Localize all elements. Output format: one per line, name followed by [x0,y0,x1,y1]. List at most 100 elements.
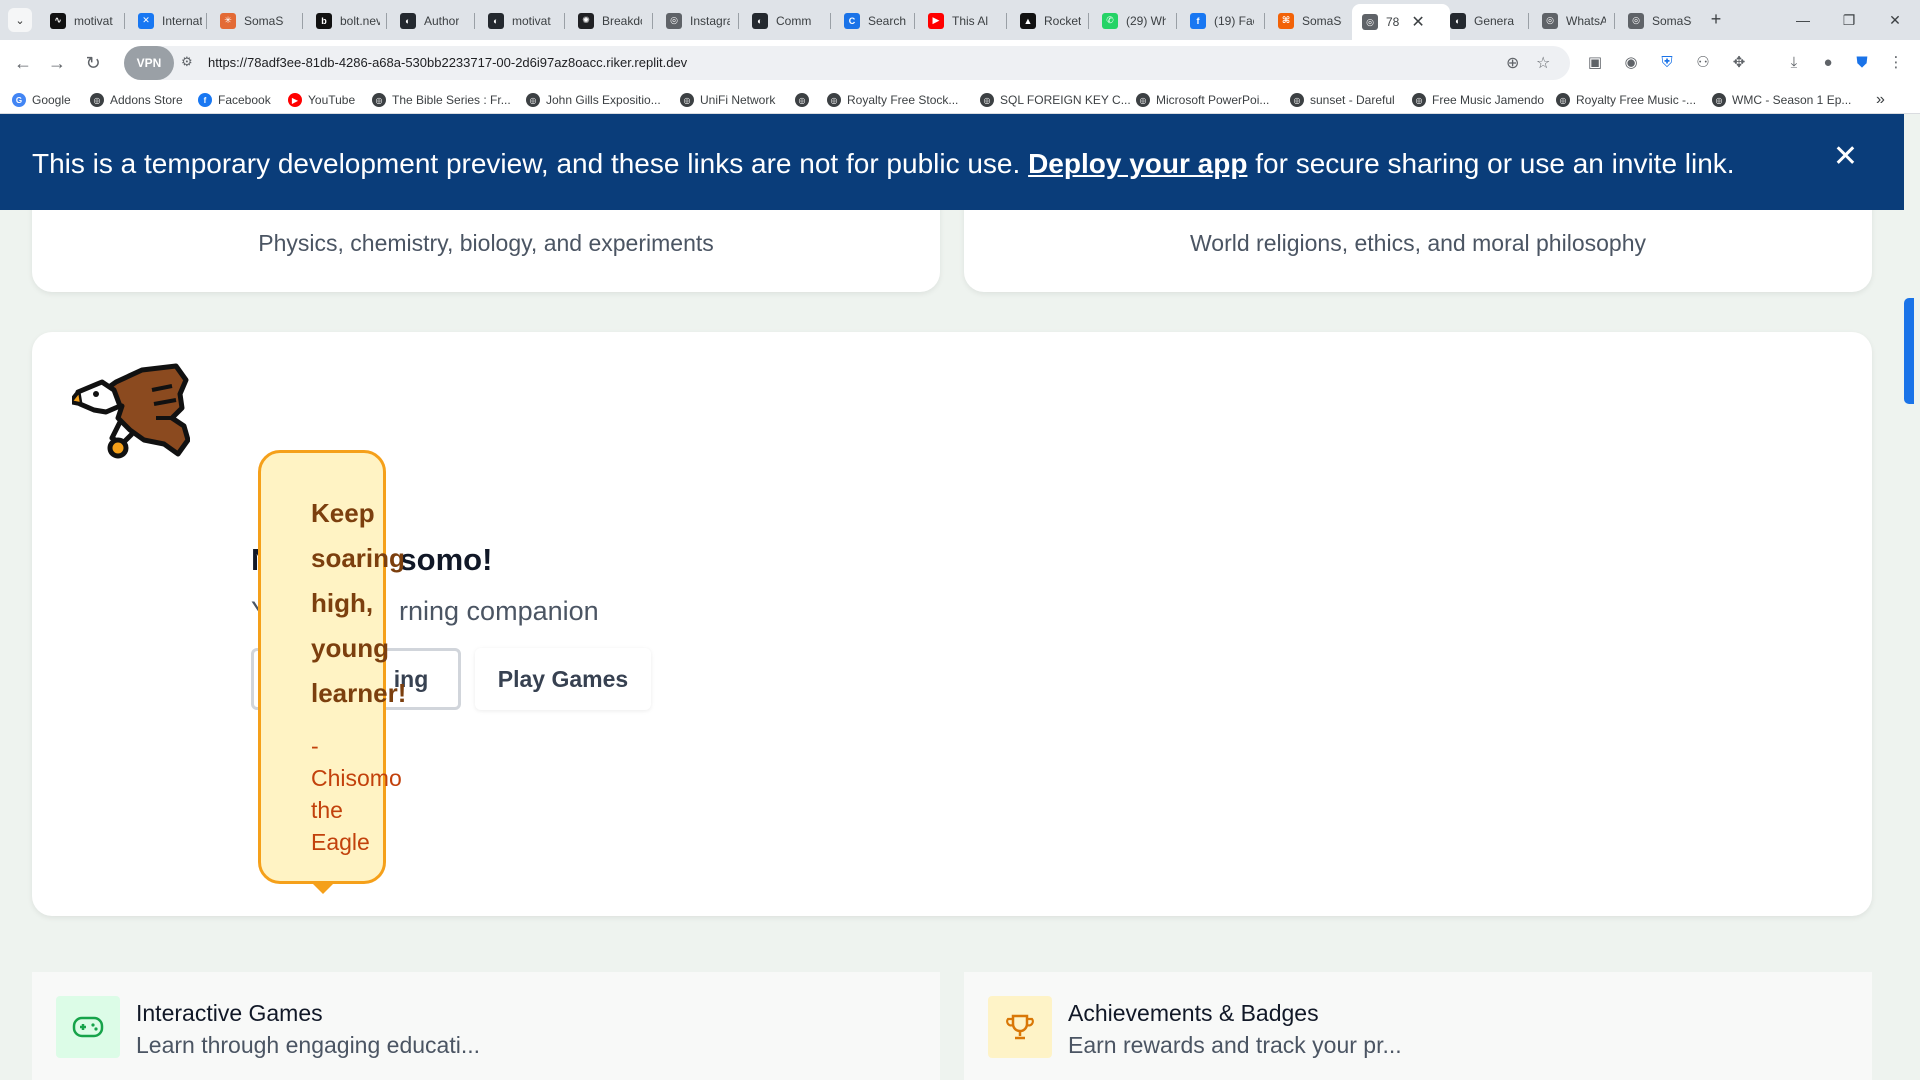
reload-icon[interactable]: ↻ [80,50,106,76]
browser-tab[interactable]: ✳ SomaSc [210,5,302,36]
extension-icon[interactable]: ▣ [1585,53,1605,73]
tab-separator [302,13,303,29]
browser-tab[interactable]: ▲ Rocket [1010,5,1088,36]
bookmark-label: Royalty Free Music -... [1576,93,1697,107]
browser-tab[interactable]: ▶ This Al [918,5,1006,36]
browser-tab-label: Internat [162,13,202,28]
bookmark-item[interactable]: ▶ YouTube [288,91,355,109]
bookmarks-overflow-button[interactable]: » [1876,91,1885,109]
page-scrollbar[interactable] [1904,114,1920,1080]
bookmark-item[interactable]: ◎ UniFi Network [680,91,775,109]
bookmark-label: Royalty Free Stock... [847,93,959,107]
back-icon[interactable]: ← [10,50,36,76]
browser-tab[interactable]: ✆ (29) Wh [1092,5,1176,36]
browser-tab[interactable]: f (19) Fac [1180,5,1264,36]
play-games-button[interactable]: Play Games [475,648,651,710]
download-icon[interactable]: ⤓ [1784,53,1804,73]
profile-icon[interactable]: ● [1818,53,1838,73]
facebook-icon: f [1190,12,1206,29]
browser-tab[interactable]: ◎ WhatsA [1532,5,1614,36]
browser-tab[interactable]: ◎ 78 ✕ [1352,4,1450,40]
bookmark-label: Free Music Jamendo [1432,93,1545,107]
extension-icon[interactable]: ◉ [1621,53,1641,73]
browser-tab[interactable]: ◎ SomaSc [1618,5,1696,36]
browser-toolbar: ← → ↻ VPN ⚙ https://78adf3ee-81db-4286-a… [0,40,1920,86]
zoom-icon[interactable]: ⊕ [1506,53,1519,73]
tab-separator [124,13,125,29]
globe-icon: ◎ [980,93,994,107]
tab-search-button[interactable]: ⌄ [8,8,32,32]
feature-card-games[interactable]: Interactive Games Learn through engaging… [32,972,940,1080]
globe-icon: ◎ [666,12,682,29]
shield-icon[interactable]: ⛨ [1657,53,1677,73]
tab-separator [564,13,565,29]
subject-card-subtitle: Physics, chemistry, biology, and experim… [258,230,714,256]
restore-icon[interactable]: ❐ [1826,6,1872,34]
browser-tab[interactable]: ⌘ SomaSc [1268,5,1348,36]
close-icon[interactable]: ✕ [1833,142,1858,172]
bookmark-item[interactable]: ◎ WMC - Season 1 Ep... [1712,91,1851,109]
bookmark-item[interactable]: ◎ John Gills Expositio... [526,91,661,109]
tab-separator [474,13,475,29]
browser-tab[interactable]: ◐ Comm [742,5,830,36]
browser-tab[interactable]: ✺ Breakdc [568,5,652,36]
banner-text-before: This is a temporary development preview,… [32,148,1021,179]
bookmark-item[interactable]: ◎ Microsoft PowerPoi... [1136,91,1269,109]
speech-bubble-quote: Keep soaring high, young learner! [311,498,407,708]
forward-icon[interactable]: → [44,50,70,76]
tab-close-icon[interactable]: ✕ [1411,12,1424,32]
youtube-icon: ▶ [288,93,302,107]
globe-icon: ◎ [1628,12,1644,29]
bookmark-item[interactable]: ◎ sunset - Dareful [1290,91,1395,109]
minimize-icon[interactable]: — [1780,6,1826,34]
rocket-icon: ▲ [1020,12,1036,29]
browser-tab[interactable]: C Search [834,5,914,36]
site-info-icon[interactable]: ⚙ [181,54,193,70]
bookmark-item[interactable]: ◎ Royalty Free Stock... [827,91,958,109]
shield-check-icon[interactable]: ⛊ [1852,53,1872,73]
bookmark-label: Google [32,93,71,107]
browser-tab[interactable]: ◎ Instagra [656,5,738,36]
browser-tab[interactable]: ◐ Author [390,5,474,36]
globe-icon: ◎ [795,93,809,107]
scrollbar-thumb[interactable] [1904,298,1914,404]
browser-tab-label: WhatsA [1566,13,1606,28]
bookmark-item[interactable]: ◎ The Bible Series : Fr... [372,91,511,109]
bookmark-item[interactable]: f Facebook [198,91,271,109]
bookmark-star-icon[interactable]: ☆ [1536,53,1550,73]
browser-tab[interactable]: b bolt.nev [306,5,386,36]
globe-icon: ◎ [1542,12,1558,29]
new-tab-button[interactable]: + [1704,7,1728,31]
puzzle-icon[interactable]: ✥ [1729,53,1749,73]
feature-card-achievements[interactable]: Achievements & Badges Earn rewards and t… [964,972,1872,1080]
page-content: Physics, chemistry, biology, and experim… [0,114,1904,1080]
bookmark-item[interactable]: G Google [12,91,71,109]
extension-icon[interactable]: ⚇ [1693,53,1713,73]
bookmark-item[interactable]: ◎ Free Music Jamendo [1412,91,1544,109]
url-text[interactable]: https://78adf3ee-81db-4286-a68a-530bb223… [208,55,687,70]
feature-description: Learn through engaging educati... [136,1032,480,1058]
openai-icon: ✺ [578,12,594,29]
window-close-icon[interactable]: ✕ [1872,6,1918,34]
browser-tab[interactable]: ◐ General [1440,5,1528,36]
browser-tab-label: Breakdc [602,13,642,28]
bookmark-item[interactable]: ◎ Royalty Free Music -... [1556,91,1696,109]
vpn-badge[interactable]: VPN [124,46,174,80]
browser-tab-strip: ⌄ ∿ motivat ✕ Internat ✳ SomaSc b bolt.nev ◐ Auth… [0,0,1920,40]
address-bar[interactable]: VPN ⚙ https://78adf3ee-81db-4286-a68a-53… [124,46,1570,80]
browser-tab[interactable]: ∿ motivat [40,5,122,36]
browser-tab-label: Author [424,13,460,28]
github-icon: ◐ [1450,12,1466,29]
bookmark-label: Microsoft PowerPoi... [1156,93,1270,107]
sparkle-icon: ✳ [220,12,236,29]
menu-icon[interactable]: ⋮ [1886,53,1906,73]
tab-separator [1176,13,1177,29]
eagle-icon[interactable] [72,360,190,464]
browser-tab[interactable]: ✕ Internat [128,5,206,36]
bookmark-item[interactable]: ◎ [795,91,815,109]
bookmark-item[interactable]: ◎ Addons Store [90,91,183,109]
bookmark-item[interactable]: ◎ SQL FOREIGN KEY C... [980,91,1131,109]
feature-title: Interactive Games [136,1000,323,1026]
browser-tab[interactable]: ◐ motivat [478,5,564,36]
deploy-app-link[interactable]: Deploy your app [1028,148,1247,179]
